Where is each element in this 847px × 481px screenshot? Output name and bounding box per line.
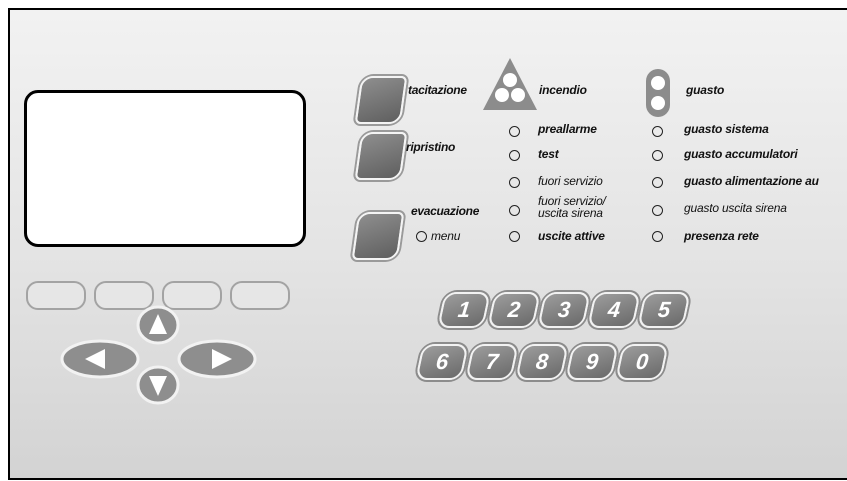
- mains-present-led: [652, 231, 663, 242]
- lcd-display: [24, 90, 306, 247]
- silence-button[interactable]: [354, 76, 408, 124]
- fire-indicator-icon: [483, 58, 537, 110]
- evacuation-label: evacuazione: [411, 204, 480, 218]
- key-2-label: 2: [506, 297, 522, 322]
- battery-fault-label: guasto accumulatori: [684, 147, 798, 161]
- key-4[interactable]: 4: [587, 292, 641, 328]
- menu-led: [416, 231, 427, 242]
- system-fault-label: guasto sistema: [684, 122, 769, 136]
- menu-label: menu: [431, 229, 461, 243]
- battery-fault-led: [652, 150, 663, 161]
- reset-button[interactable]: [354, 132, 408, 180]
- mains-present-label: presenza rete: [684, 229, 759, 243]
- key-6[interactable]: 6: [415, 344, 469, 380]
- power-supply-fault-led: [652, 177, 663, 188]
- control-panel: tacitazione ripristino evacuazione menu …: [8, 8, 847, 480]
- reset-label: ripristino: [406, 140, 456, 154]
- prealarm-led: [509, 126, 520, 137]
- key-1[interactable]: 1: [437, 292, 491, 328]
- key-9-label: 9: [584, 349, 600, 374]
- evacuation-button[interactable]: [351, 212, 405, 260]
- key-8-label: 8: [534, 349, 550, 374]
- fault-indicator-icon: [646, 69, 670, 117]
- key-5[interactable]: 5: [637, 292, 691, 328]
- key-4-label: 4: [606, 297, 622, 322]
- key-0[interactable]: 0: [615, 344, 669, 380]
- key-9[interactable]: 9: [565, 344, 619, 380]
- fire-label: incendio: [539, 83, 587, 97]
- siren-out-of-service-led: [509, 205, 520, 216]
- siren-output-fault-led: [652, 205, 663, 216]
- navigation-pad: [60, 305, 257, 405]
- out-of-service-led: [509, 177, 520, 188]
- fault-label: guasto: [686, 83, 725, 97]
- system-fault-led: [652, 126, 663, 137]
- key-8[interactable]: 8: [515, 344, 569, 380]
- siren-output-fault-label: guasto uscita sirena: [684, 201, 787, 215]
- prealarm-label: preallarme: [538, 122, 597, 136]
- key-3[interactable]: 3: [537, 292, 591, 328]
- key-7[interactable]: 7: [465, 344, 519, 380]
- right-arrow-icon[interactable]: [177, 339, 257, 379]
- active-outputs-led: [509, 231, 520, 242]
- down-arrow-icon[interactable]: [136, 365, 180, 405]
- silence-label: tacitazione: [408, 83, 467, 97]
- key-1-label: 1: [456, 297, 472, 322]
- out-of-service-label: fuori servizio: [538, 174, 603, 188]
- power-supply-fault-label: guasto alimentazione au: [684, 174, 819, 188]
- key-5-label: 5: [656, 297, 672, 322]
- key-6-label: 6: [434, 349, 450, 374]
- active-outputs-label: uscite attive: [538, 229, 605, 243]
- key-0-label: 0: [634, 349, 650, 374]
- test-label: test: [538, 147, 559, 161]
- up-arrow-icon[interactable]: [136, 305, 180, 345]
- key-2[interactable]: 2: [487, 292, 541, 328]
- siren-out-of-service-label-line2: uscita sirena: [538, 206, 603, 220]
- test-led: [509, 150, 520, 161]
- key-3-label: 3: [556, 297, 572, 322]
- key-7-label: 7: [484, 349, 500, 374]
- left-arrow-icon[interactable]: [60, 339, 140, 379]
